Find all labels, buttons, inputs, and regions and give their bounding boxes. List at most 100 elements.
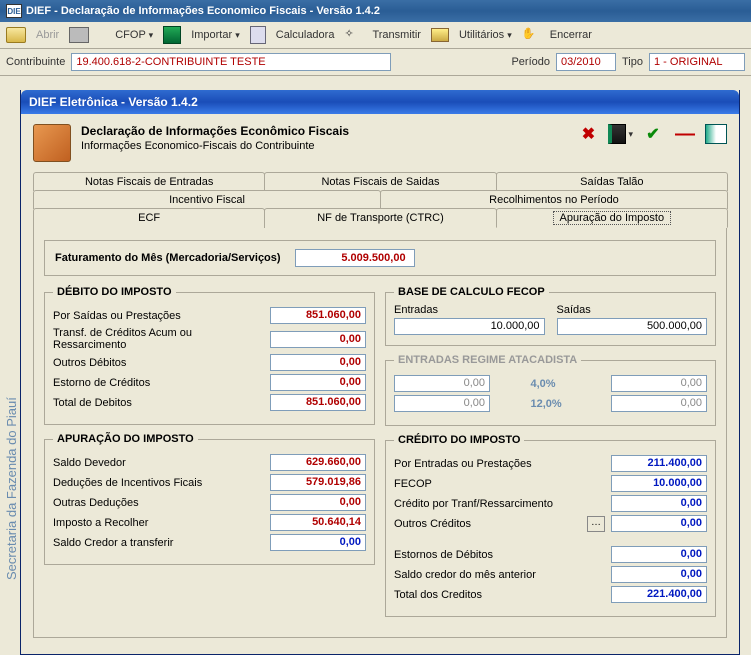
atac-1b-value: 0,00 xyxy=(611,375,707,392)
calculator-icon[interactable] xyxy=(250,26,266,44)
apuracao-deducoes-label: Deduções de Incentivos Ficais xyxy=(53,477,264,489)
tab-apuracao-imposto[interactable]: Apuração do Imposto xyxy=(496,208,728,228)
tab-nf-saidas[interactable]: Notas Fiscais de Saidas xyxy=(264,172,496,191)
chevron-down-icon: ▾ xyxy=(507,30,512,40)
debito-por-saidas-value[interactable]: 851.060,00 xyxy=(270,307,366,324)
faturamento-row: Faturamento do Mês (Mercadoria/Serviços)… xyxy=(44,240,716,276)
cfop-menu[interactable]: CFOP ▾ xyxy=(115,29,153,41)
apuracao-outras-value[interactable]: 0,00 xyxy=(270,494,366,511)
calculadora-button[interactable]: Calculadora xyxy=(276,29,335,41)
book-icon[interactable] xyxy=(163,26,181,44)
credito-group: CRÉDITO DO IMPOSTO Por Entradas ou Prest… xyxy=(385,434,716,617)
faturamento-label: Faturamento do Mês (Mercadoria/Serviços) xyxy=(55,252,281,264)
minus-icon[interactable]: — xyxy=(673,124,697,144)
apuracao-deducoes-value[interactable]: 579.019,86 xyxy=(270,474,366,491)
header-fields: Contribuinte Período Tipo xyxy=(0,49,751,76)
credito-tranf-label: Crédito por Tranf/Ressarcimento xyxy=(394,498,605,510)
tab-nf-transporte[interactable]: NF de Transporte (CTRC) xyxy=(264,208,496,228)
tipo-input[interactable] xyxy=(649,53,745,71)
folder-icon[interactable] xyxy=(6,27,26,43)
book-large-icon xyxy=(33,124,71,162)
debito-estorno-value[interactable]: 0,00 xyxy=(270,374,366,391)
debito-outros-label: Outros Débitos xyxy=(53,357,264,369)
debito-transf-value[interactable]: 0,00 xyxy=(270,331,366,348)
apuracao-title: APURAÇÃO DO IMPOSTO xyxy=(53,433,198,445)
credito-estornos-label: Estornos de Débitos xyxy=(394,549,605,561)
contribuinte-input[interactable] xyxy=(71,53,391,71)
chevron-down-icon: ▾ xyxy=(235,30,240,40)
close-icon[interactable]: ✖ xyxy=(576,124,600,144)
credito-saldo-ant-label: Saldo credor do mês anterior xyxy=(394,569,605,581)
apuracao-saldo-dev-label: Saldo Devedor xyxy=(53,457,264,469)
credito-outros-value[interactable]: 0,00 xyxy=(611,515,707,532)
transmit-icon[interactable]: ✧ xyxy=(344,27,362,43)
credito-total-value[interactable]: 221.400,00 xyxy=(611,586,707,603)
dialog-header-subtitle: Informações Economico-Fiscais do Contrib… xyxy=(81,140,349,152)
credito-title: CRÉDITO DO IMPOSTO xyxy=(394,434,524,446)
tab-nf-entradas[interactable]: Notas Fiscais de Entradas xyxy=(33,172,265,191)
credito-saldo-ant-value[interactable]: 0,00 xyxy=(611,566,707,583)
apuracao-outras-label: Outras Deduções xyxy=(53,497,264,509)
encerrar-button[interactable]: Encerrar xyxy=(550,29,592,41)
chevron-down-icon: ▾ xyxy=(149,30,154,40)
tab-container: Notas Fiscais de Entradas Notas Fiscais … xyxy=(33,172,727,638)
credito-outros-label: Outros Créditos xyxy=(394,518,581,530)
exit-icon[interactable] xyxy=(705,124,727,144)
tab-saidas-talao[interactable]: Saídas Talão xyxy=(496,172,728,191)
apuracao-recolher-value[interactable]: 50.640,14 xyxy=(270,514,366,531)
fecop-saidas-value[interactable]: 500.000,00 xyxy=(557,318,708,335)
utilitarios-menu[interactable]: Utilitários ▾ xyxy=(459,29,512,41)
tab-content: Faturamento do Mês (Mercadoria/Serviços)… xyxy=(33,228,727,638)
atac-pct1: 4,0% xyxy=(531,378,571,390)
atac-pct2: 12,0% xyxy=(531,398,571,410)
abrir-button: Abrir xyxy=(36,29,59,41)
main-titlebar: DIE DIEF - Declaração de Informações Eco… xyxy=(0,0,751,22)
tipo-label: Tipo xyxy=(622,56,643,68)
debito-outros-value[interactable]: 0,00 xyxy=(270,354,366,371)
transmitir-button[interactable]: Transmitir xyxy=(372,29,420,41)
fecop-entradas-value[interactable]: 10.000,00 xyxy=(394,318,545,335)
credito-tranf-value[interactable]: 0,00 xyxy=(611,495,707,512)
credito-por-ent-value[interactable]: 211.400,00 xyxy=(611,455,707,472)
faturamento-value[interactable]: 5.009.500,00 xyxy=(295,249,415,267)
book-dropdown-icon[interactable]: ▾ xyxy=(608,124,633,144)
tab-incentivo-fiscal[interactable]: Incentivo Fiscal xyxy=(33,190,381,209)
fecop-entradas-label: Entradas xyxy=(394,304,545,316)
check-icon[interactable]: ✔ xyxy=(641,124,665,144)
atacadista-group: ENTRADAS REGIME ATACADISTA 0,00 4,0% 0,0… xyxy=(385,354,716,426)
main-toolbar: Abrir CFOP ▾ Importar ▾ Calculadora ✧ Tr… xyxy=(0,22,751,49)
app-icon: DIE xyxy=(6,4,22,18)
outros-creditos-button[interactable]: … xyxy=(587,516,605,532)
debito-transf-label: Transf. de Créditos Acum ou Ressarciment… xyxy=(53,327,264,351)
importar-menu[interactable]: Importar ▾ xyxy=(191,29,240,41)
credito-total-label: Total dos Creditos xyxy=(394,589,605,601)
debito-total-value[interactable]: 851.060,00 xyxy=(270,394,366,411)
tab-ecf[interactable]: ECF xyxy=(33,208,265,228)
apuracao-credor-label: Saldo Credor a transferir xyxy=(53,537,264,549)
app-title: DIEF - Declaração de Informações Economi… xyxy=(26,5,380,17)
util-folder-icon[interactable] xyxy=(431,28,449,42)
chevron-down-icon: ▾ xyxy=(628,129,633,140)
apuracao-saldo-dev-value[interactable]: 629.660,00 xyxy=(270,454,366,471)
dialog-header: Declaração de Informações Econômico Fisc… xyxy=(33,124,727,162)
fecop-group: BASE DE CALCULO FECOP Entradas 10.000,00… xyxy=(385,286,716,346)
debito-total-label: Total de Debitos xyxy=(53,397,264,409)
side-text: Secretaria da Fazenda do Piauí xyxy=(4,397,19,580)
fecop-saidas-label: Saídas xyxy=(557,304,708,316)
atac-1a-value: 0,00 xyxy=(394,375,490,392)
atac-2b-value: 0,00 xyxy=(611,395,707,412)
credito-por-ent-label: Por Entradas ou Prestações xyxy=(394,458,605,470)
debito-title: DÉBITO DO IMPOSTO xyxy=(53,286,176,298)
atac-2a-value: 0,00 xyxy=(394,395,490,412)
credito-estornos-value[interactable]: 0,00 xyxy=(611,546,707,563)
credito-fecop-label: FECOP xyxy=(394,478,605,490)
dialog-header-title: Declaração de Informações Econômico Fisc… xyxy=(81,124,349,138)
debito-estorno-label: Estorno de Créditos xyxy=(53,377,264,389)
periodo-input[interactable] xyxy=(556,53,616,71)
apuracao-recolher-label: Imposto a Recolher xyxy=(53,517,264,529)
tab-recolhimentos[interactable]: Recolhimentos no Período xyxy=(380,190,728,209)
credito-fecop-value[interactable]: 10.000,00 xyxy=(611,475,707,492)
stop-icon[interactable]: ✋ xyxy=(522,27,540,43)
printer-icon[interactable] xyxy=(69,27,89,43)
apuracao-credor-value[interactable]: 0,00 xyxy=(270,534,366,551)
